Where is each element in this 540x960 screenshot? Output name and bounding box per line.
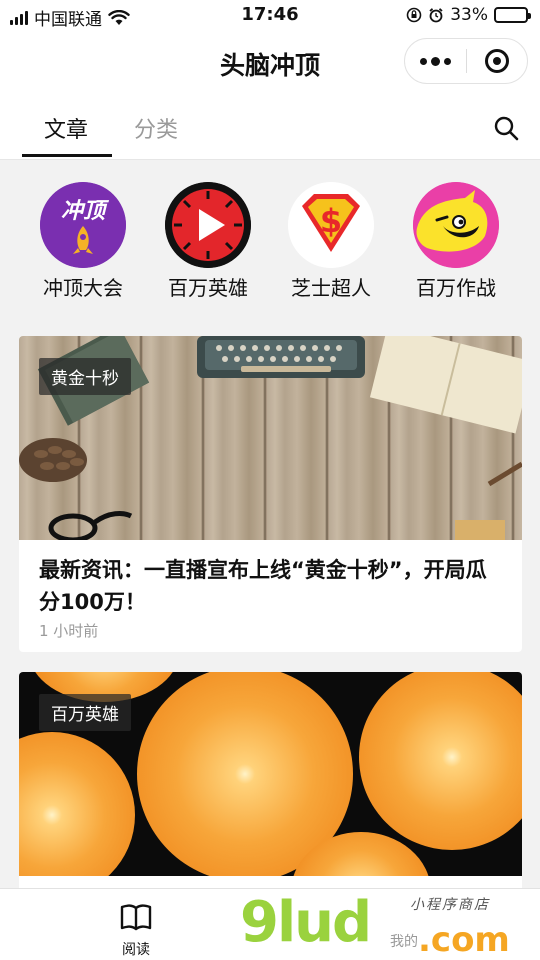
chongding-logo-text: 冲顶 xyxy=(61,199,110,224)
status-bar-right: 33% xyxy=(406,5,531,25)
category-label: 百万作战 xyxy=(416,276,496,300)
article-title: 最新资讯：一直播宣布上线“黄金十秒”，开局瓜分100万！ xyxy=(39,558,487,614)
book-icon xyxy=(120,904,152,931)
article-tag: 百万英雄 xyxy=(39,694,131,731)
carrier-label: 中国联通 xyxy=(34,10,102,30)
signal-icon xyxy=(10,10,28,25)
dollar-symbol: $ xyxy=(320,202,342,240)
dollar-shield-icon: $ xyxy=(288,182,374,268)
category-label: 冲顶大会 xyxy=(43,276,123,300)
close-miniprogram-button[interactable] xyxy=(467,39,528,83)
target-icon xyxy=(484,49,509,73)
article-timestamp: 1 小时前 xyxy=(39,622,99,640)
category-row: 冲顶 冲顶大会 百万英雄 $ 芝士超人 百万作战 xyxy=(0,168,540,308)
tabbar-label: 阅读 xyxy=(122,942,150,958)
more-button[interactable] xyxy=(405,39,466,83)
wifi-icon xyxy=(108,9,130,25)
chongding-logo-icon: 冲顶 xyxy=(40,182,126,268)
battery-icon xyxy=(494,7,531,23)
category-baiwan-zuozhan[interactable]: 百万作战 xyxy=(396,182,516,301)
category-chongding[interactable]: 冲顶 冲顶大会 xyxy=(23,182,143,301)
alarm-icon xyxy=(429,8,443,23)
watermark-domain: .com xyxy=(418,920,510,960)
article-card[interactable]: 黄金十秒 最新资讯：一直播宣布上线“黄金十秒”，开局瓜分100万！ 1 小时前 xyxy=(19,336,522,652)
article-tag: 黄金十秒 xyxy=(39,358,131,395)
status-bar: 中国联通 17:46 33% xyxy=(0,0,540,32)
category-label: 芝士超人 xyxy=(291,276,371,300)
tab-categories[interactable]: 分类 xyxy=(134,112,178,144)
article-card[interactable]: 百万英雄 xyxy=(19,672,522,892)
battery-percent: 33% xyxy=(450,5,488,25)
more-dots-icon xyxy=(419,56,451,66)
status-bar-left: 中国联通 xyxy=(10,5,130,30)
tab-bar-top: 文章 分类 xyxy=(0,92,540,160)
watermark-logo: 9lud .com 小程序商店 xyxy=(240,888,540,960)
watermark-text: 9lud xyxy=(240,890,372,955)
search-icon[interactable] xyxy=(492,114,520,142)
category-zhishi-chaoren[interactable]: $ 芝士超人 xyxy=(271,182,391,301)
tab-articles[interactable]: 文章 xyxy=(44,112,88,144)
watermark-tagline: 小程序商店 xyxy=(410,897,490,913)
category-label: 百万英雄 xyxy=(168,276,248,300)
nav-bar: 头脑冲顶 xyxy=(0,32,540,92)
yellow-face-icon xyxy=(413,182,499,268)
orientation-lock-icon xyxy=(406,7,422,23)
miniprogram-capsule xyxy=(404,38,528,84)
play-button-icon xyxy=(165,182,251,268)
wooden-desk-typewriter-image: 黄金十秒 xyxy=(19,336,522,540)
category-baiwan-yingxiong[interactable]: 百万英雄 xyxy=(148,182,268,301)
tabbar-item-read[interactable]: 阅读 xyxy=(96,903,176,959)
active-tab-indicator xyxy=(22,154,112,157)
sliced-oranges-image: 百万英雄 xyxy=(19,672,522,876)
